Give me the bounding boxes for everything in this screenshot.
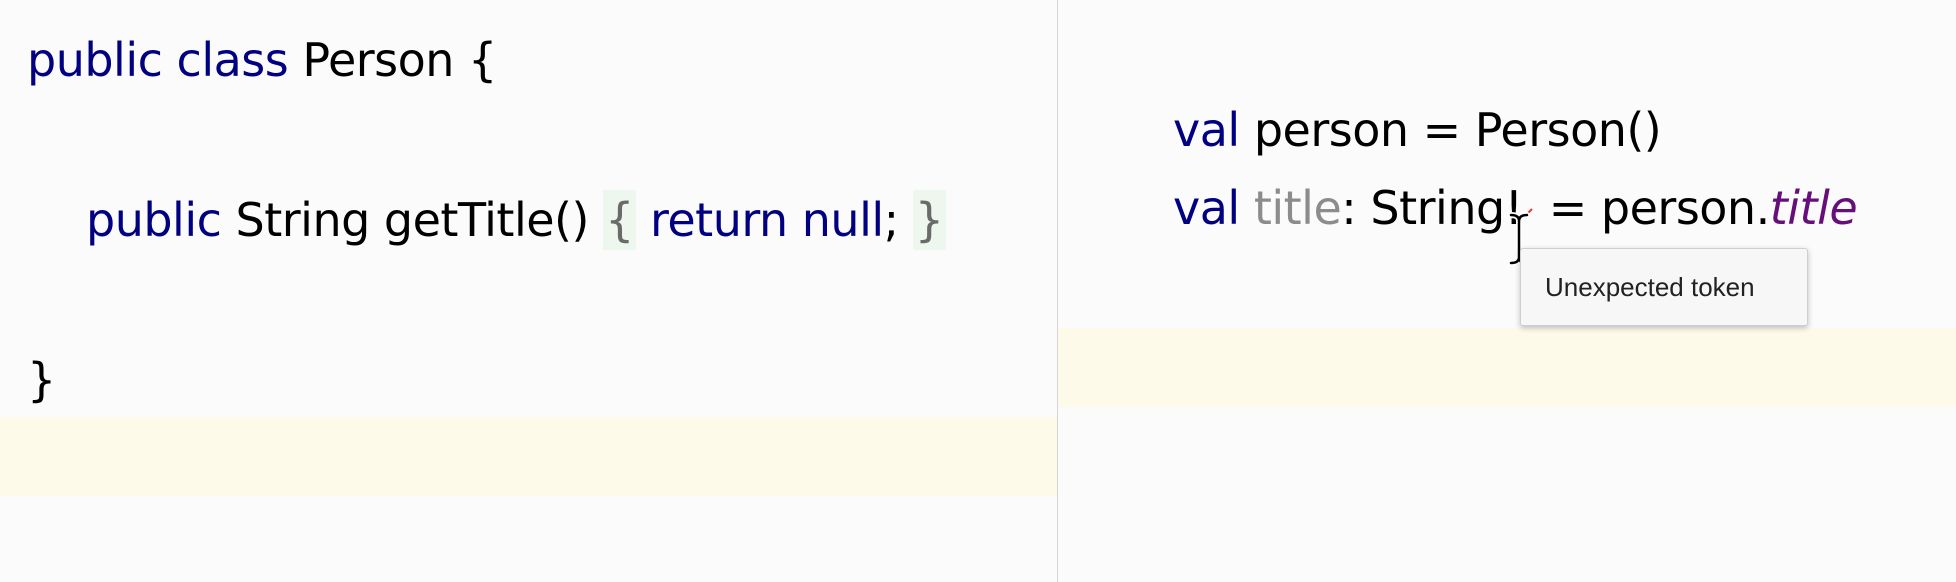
semicolon: ; xyxy=(883,193,900,247)
code-line-method: public String getTitle() { return null; … xyxy=(86,190,946,250)
current-line-highlight xyxy=(1058,328,1956,407)
class-name: Person { xyxy=(288,33,497,87)
fold-close-brace[interactable]: } xyxy=(912,190,946,250)
keyword-val: val xyxy=(1173,181,1240,235)
fold-open-brace[interactable]: { xyxy=(603,190,636,250)
code-line-val-person: val person = Person() xyxy=(1173,100,1662,160)
error-tooltip: Unexpected token xyxy=(1520,248,1808,326)
closing-brace: } xyxy=(27,353,56,407)
variable-title: title xyxy=(1253,181,1342,235)
java-editor-pane[interactable]: public class Person { public String getT… xyxy=(0,0,1057,582)
keyword-public: public xyxy=(86,193,222,247)
kotlin-editor-pane[interactable] xyxy=(1058,0,1956,582)
code-line-class-declaration: public class Person { xyxy=(27,30,497,90)
current-line-highlight xyxy=(0,417,1057,496)
person-assignment: person = Person() xyxy=(1239,103,1662,157)
type-annotation: : String xyxy=(1341,181,1505,235)
method-signature: String getTitle() xyxy=(221,193,590,247)
keyword-val: val xyxy=(1173,103,1240,157)
code-line-closing-brace: } xyxy=(27,350,56,410)
keyword-public-class: public class xyxy=(27,33,289,87)
assignment-person: = person. xyxy=(1534,181,1770,235)
property-title: title xyxy=(1769,181,1858,235)
tooltip-text: Unexpected token xyxy=(1545,272,1755,302)
keyword-return-null: return null xyxy=(649,193,884,247)
